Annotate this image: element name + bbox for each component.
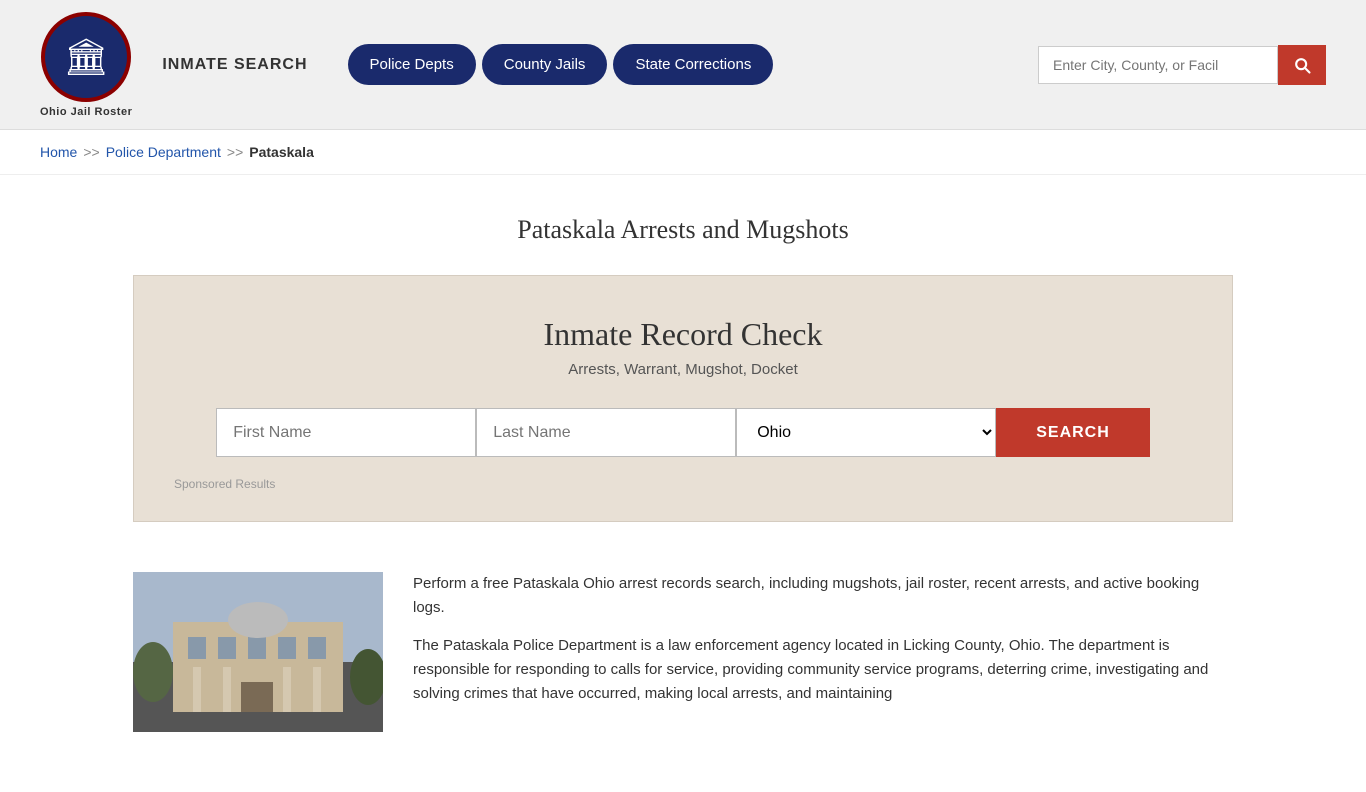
logo-circle: 🏛 [41,12,131,102]
inmate-search-label: INMATE SEARCH [162,56,307,74]
main-content: Pataskala Arrests and Mugshots Inmate Re… [0,175,1366,792]
header-search-input[interactable] [1038,46,1278,84]
page-title: Pataskala Arrests and Mugshots [40,195,1326,275]
header-search-area [1038,45,1326,85]
search-icon [1292,55,1312,75]
breadcrumb-bar: Home >> Police Department >> Pataskala [0,130,1366,175]
header-search-button[interactable] [1278,45,1326,85]
breadcrumb-current: Pataskala [249,144,314,160]
header: 🏛 Ohio Jail Roster INMATE SEARCH Police … [0,0,1366,130]
logo-building-icon: 🏛 [63,39,109,75]
content-text: Perform a free Pataskala Ohio arrest rec… [413,572,1233,732]
inmate-search-button[interactable]: SEARCH [996,408,1150,457]
breadcrumb-sep2: >> [227,144,243,160]
logo-link[interactable]: 🏛 Ohio Jail Roster [40,12,132,118]
building-image [133,572,383,732]
breadcrumb-sep1: >> [83,144,99,160]
logo-text: Ohio Jail Roster [40,106,132,118]
sponsored-label: Sponsored Results [164,477,1202,491]
content-paragraph-1: Perform a free Pataskala Ohio arrest rec… [413,572,1233,620]
record-check-subtitle: Arrests, Warrant, Mugshot, Docket [164,361,1202,378]
content-image [133,572,383,732]
breadcrumb-police-dept[interactable]: Police Department [106,144,221,160]
main-nav: Police Depts County Jails State Correcti… [348,44,774,85]
record-check-box: Inmate Record Check Arrests, Warrant, Mu… [133,275,1233,522]
first-name-input[interactable] [216,408,476,457]
nav-police-depts[interactable]: Police Depts [348,44,476,85]
record-check-title: Inmate Record Check [164,316,1202,353]
nav-state-corrections[interactable]: State Corrections [613,44,773,85]
inmate-search-form: AlabamaAlaskaArizonaArkansasCaliforniaCo… [164,408,1202,457]
nav-county-jails[interactable]: County Jails [482,44,608,85]
last-name-input[interactable] [476,408,736,457]
content-section: Perform a free Pataskala Ohio arrest rec… [133,552,1233,752]
breadcrumb-home[interactable]: Home [40,144,77,160]
breadcrumb: Home >> Police Department >> Pataskala [40,144,1326,160]
state-select[interactable]: AlabamaAlaskaArizonaArkansasCaliforniaCo… [736,408,996,457]
content-paragraph-2: The Pataskala Police Department is a law… [413,634,1233,706]
